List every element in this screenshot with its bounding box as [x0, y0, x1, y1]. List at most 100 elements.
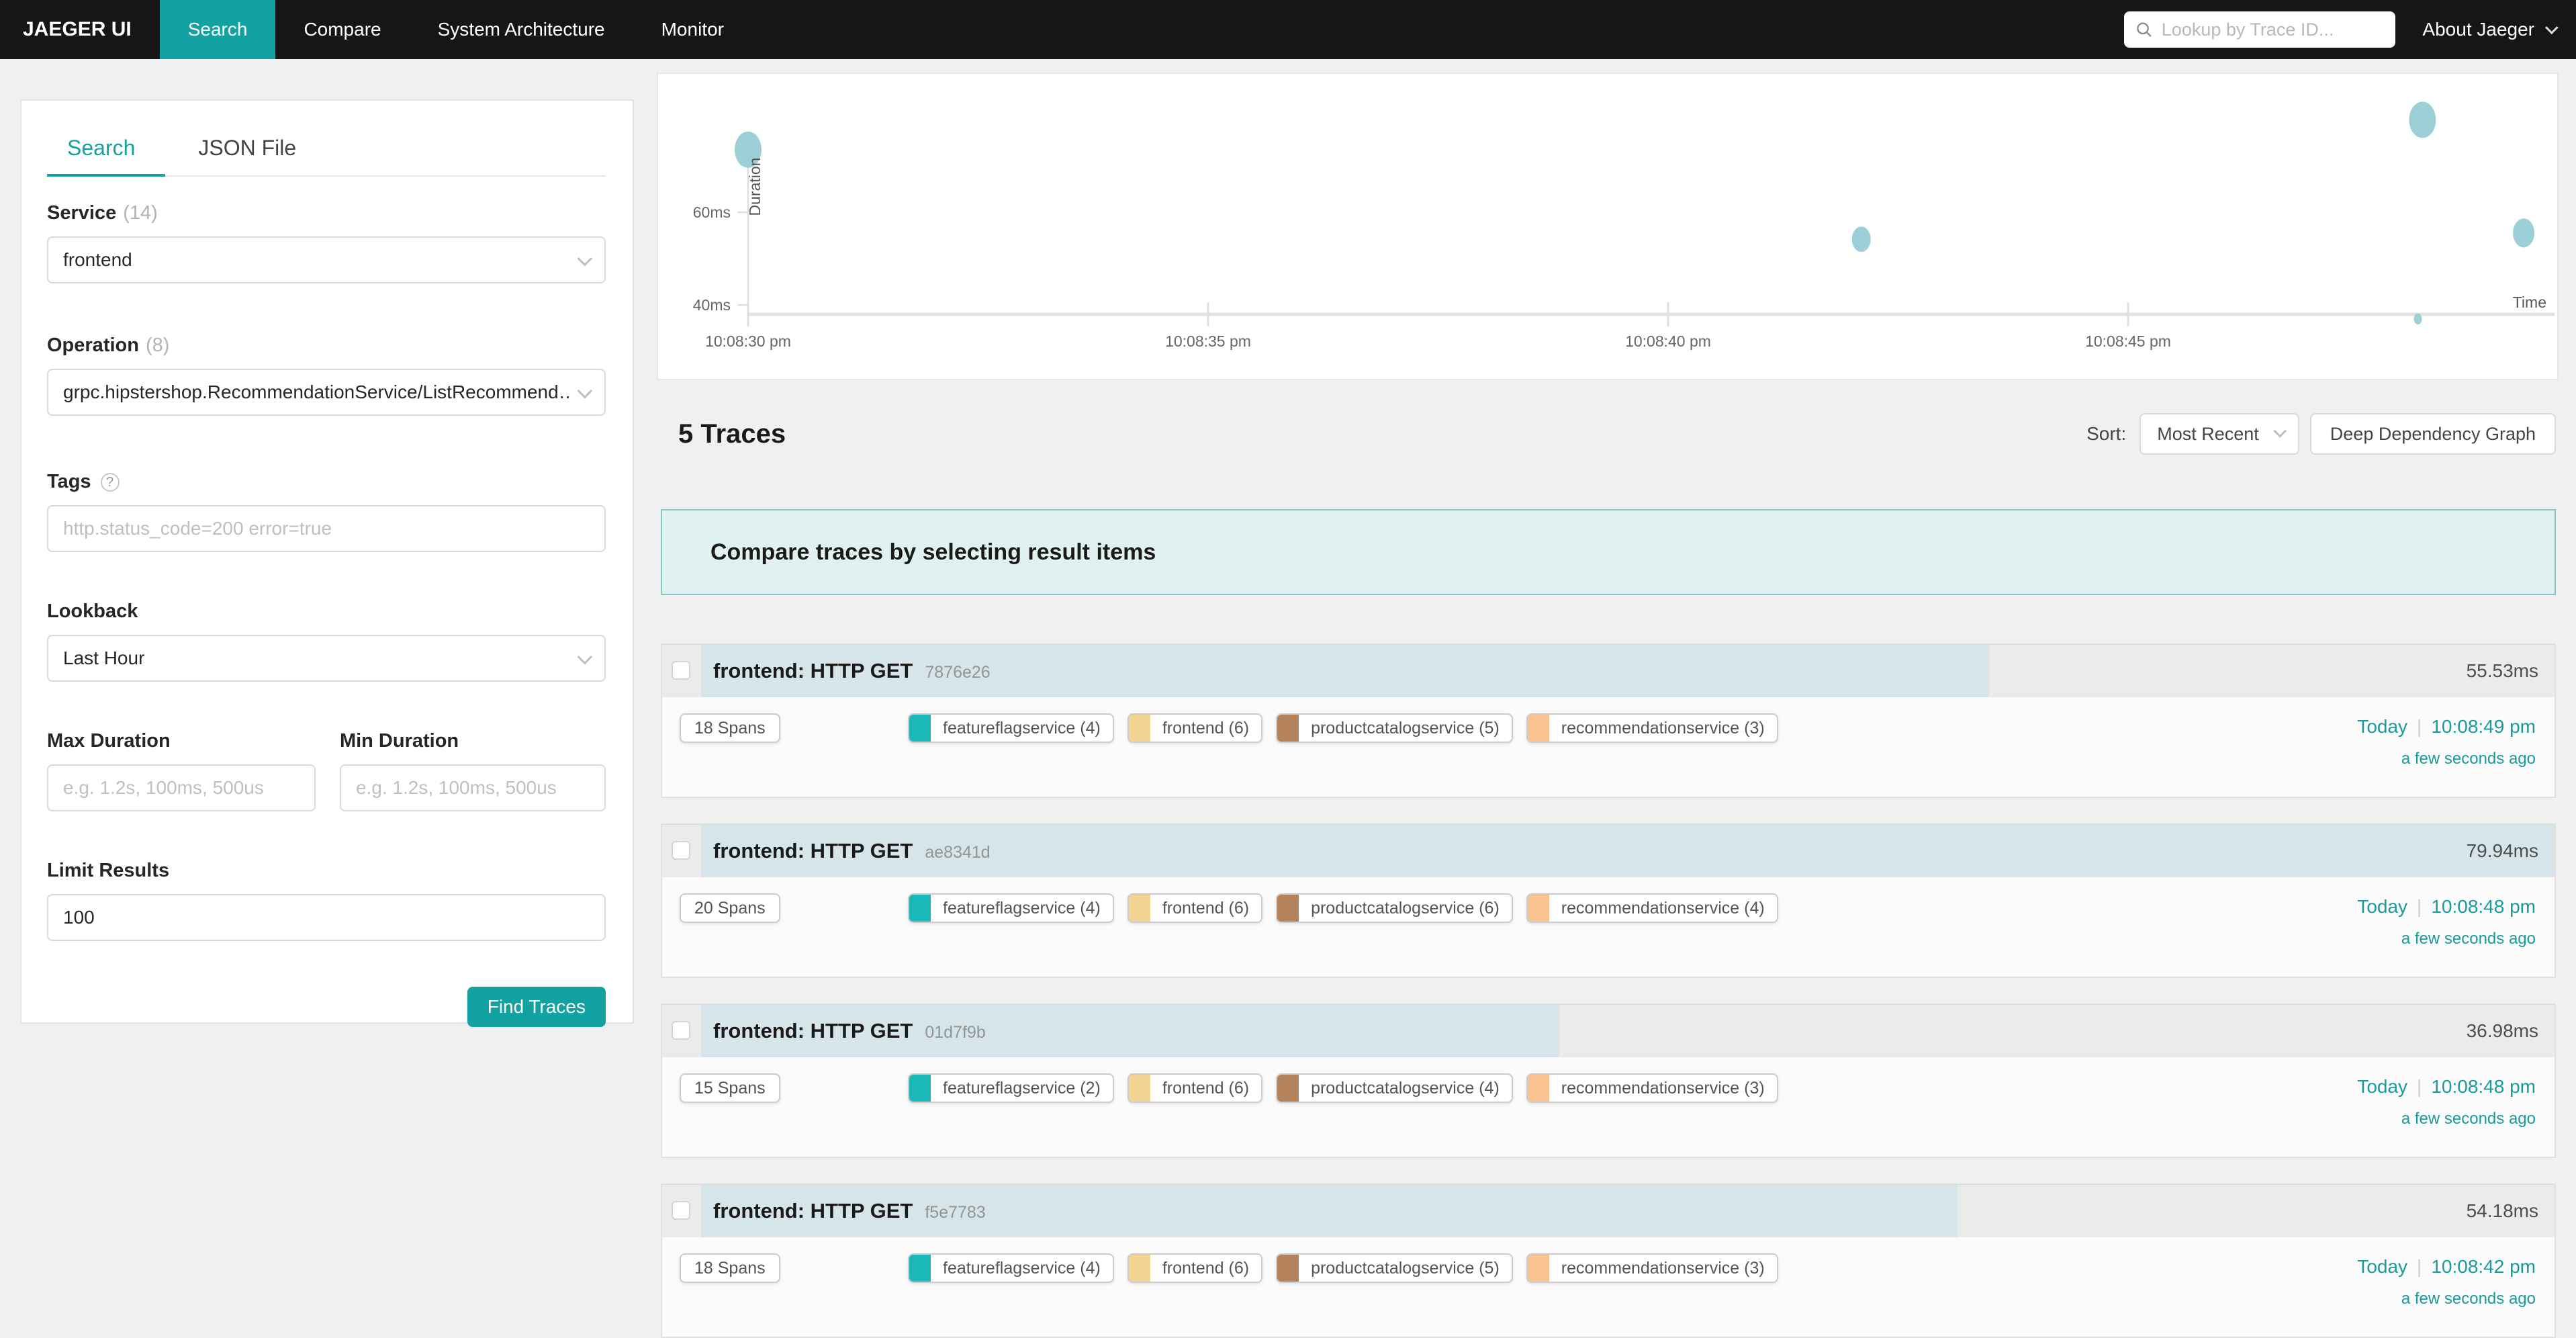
time-separator: | — [2417, 1256, 2422, 1277]
limit-results-label: Limit Results — [47, 860, 606, 882]
trace-relative-time: a few seconds ago — [2357, 930, 2536, 948]
trace-time[interactable]: 10:08:42 pm — [2431, 1256, 2536, 1277]
trace-scatter-point[interactable] — [2513, 218, 2534, 247]
trace-result-card[interactable]: frontend: HTTP GET f5e7783 54.18ms 18 Sp… — [661, 1184, 2556, 1338]
trace-scatter-point[interactable] — [2409, 101, 2436, 138]
tab-json-file[interactable]: JSON File — [198, 136, 296, 161]
service-tag-pill[interactable]: featureflagservice (4) — [908, 893, 1114, 923]
service-tag-pill[interactable]: featureflagservice (4) — [908, 713, 1114, 743]
service-tag-pill[interactable]: recommendationservice (4) — [1526, 893, 1778, 923]
trace-scatter-panel: 10:08:30 pm10:08:35 pm10:08:40 pm10:08:4… — [657, 73, 2559, 380]
time-separator: | — [2417, 1076, 2422, 1097]
span-count-pill[interactable]: 20 Spans — [680, 893, 780, 923]
service-tag-pill[interactable]: frontend (6) — [1128, 1253, 1262, 1283]
operation-count: (8) — [146, 334, 169, 357]
service-tag-list: featureflagservice (4) frontend (6) produc… — [908, 1253, 1778, 1283]
service-tag-pill[interactable]: featureflagservice (2) — [908, 1073, 1114, 1103]
max-duration-input[interactable] — [63, 777, 279, 799]
service-tag-pill[interactable]: productcatalogservice (4) — [1276, 1073, 1513, 1103]
operation-select-value: grpc.hipstershop.RecommendationService/L… — [63, 382, 569, 403]
chevron-down-icon — [2273, 425, 2287, 438]
sort-select[interactable]: Most Recent — [2140, 413, 2299, 455]
trace-result-card[interactable]: frontend: HTTP GET 7876e26 55.53ms 18 Sp… — [661, 643, 2556, 798]
limit-results-input[interactable] — [63, 907, 569, 928]
min-duration-input[interactable] — [356, 777, 569, 799]
trace-select-checkbox[interactable] — [672, 1021, 690, 1040]
app-brand: JAEGER UI — [0, 18, 160, 41]
chevron-down-icon — [578, 384, 593, 399]
service-tag-label: recommendationservice (3) — [1549, 1259, 1777, 1278]
service-tag-pill[interactable]: recommendationservice (3) — [1526, 1253, 1778, 1283]
service-tag-label: featureflagservice (4) — [931, 1259, 1113, 1278]
nav-item-search[interactable]: Search — [160, 0, 276, 59]
service-color-swatch — [909, 895, 931, 922]
trace-select-checkbox[interactable] — [672, 841, 690, 860]
trace-id: 01d7f9b — [925, 1023, 985, 1042]
service-color-swatch — [1129, 895, 1150, 922]
trace-time[interactable]: 10:08:48 pm — [2431, 896, 2536, 917]
trace-lookup-box[interactable] — [2124, 11, 2395, 48]
trace-select-checkbox[interactable] — [672, 661, 690, 680]
trace-id: 7876e26 — [925, 663, 990, 682]
service-color-swatch — [1129, 1255, 1150, 1282]
trace-times: Today|10:08:48 pm a few seconds ago — [2357, 896, 2536, 948]
trace-times: Today | 10:08:48 pm a few seconds ago — [2357, 1076, 2536, 1128]
trace-date[interactable]: Today — [2357, 1256, 2407, 1277]
trace-count: 5 Traces — [678, 419, 786, 449]
deep-dependency-graph-button[interactable]: Deep Dependency Graph — [2310, 413, 2556, 455]
nav-item-compare[interactable]: Compare — [275, 0, 409, 59]
results-header: 5 Traces Sort: Most Recent Deep Dependen… — [661, 407, 2556, 461]
find-traces-button[interactable]: Find Traces — [467, 987, 606, 1027]
trace-scatter-point[interactable] — [1852, 226, 1871, 252]
span-count-pill[interactable]: 18 Spans — [680, 713, 780, 743]
trace-time[interactable]: 10:08:48 pm — [2431, 1076, 2536, 1097]
max-duration-label: Max Duration — [47, 730, 316, 752]
trace-relative-time: a few seconds ago — [2357, 750, 2536, 768]
duration-scatter-plot[interactable]: 10:08:30 pm10:08:35 pm10:08:40 pm10:08:4… — [658, 74, 2557, 379]
help-icon[interactable]: ? — [101, 473, 120, 492]
lookback-select[interactable]: Last Hour — [47, 635, 606, 682]
operation-select[interactable]: grpc.hipstershop.RecommendationService/L… — [47, 369, 606, 416]
service-color-swatch — [1277, 715, 1299, 742]
trace-lookup-input[interactable] — [2162, 19, 2384, 40]
trace-scatter-point[interactable] — [2414, 314, 2422, 324]
tab-search[interactable]: Search — [67, 136, 135, 161]
tags-input-box — [47, 505, 606, 552]
service-tag-pill[interactable]: recommendationservice (3) — [1526, 713, 1778, 743]
service-tag-list: featureflagservice (4) frontend (6) produc… — [908, 713, 1778, 743]
trace-date[interactable]: Today — [2357, 716, 2407, 737]
about-jaeger-menu[interactable]: About Jaeger — [2422, 19, 2555, 40]
span-count-pill[interactable]: 18 Spans — [680, 1253, 780, 1283]
service-tag-pill[interactable]: frontend (6) — [1128, 713, 1262, 743]
tags-input[interactable] — [63, 518, 569, 539]
x-tick-label: 10:08:45 pm — [2085, 332, 2171, 350]
span-count-pill[interactable]: 15 Spans — [680, 1073, 780, 1103]
service-tag-label: productcatalogservice (5) — [1299, 719, 1512, 738]
service-tag-pill[interactable]: featureflagservice (4) — [908, 1253, 1114, 1283]
trace-select-checkbox[interactable] — [672, 1201, 690, 1220]
service-tag-pill[interactable]: productcatalogservice (5) — [1276, 713, 1513, 743]
trace-title: frontend: HTTP GET — [713, 839, 913, 863]
service-tag-pill[interactable]: productcatalogservice (6) — [1276, 893, 1513, 923]
service-tag-pill[interactable]: frontend (6) — [1128, 1073, 1262, 1103]
trace-date[interactable]: Today — [2357, 1076, 2407, 1097]
service-select[interactable]: frontend — [47, 236, 606, 283]
trace-id: ae8341d — [925, 843, 990, 862]
trace-result-card[interactable]: frontend: HTTP GET 01d7f9b 36.98ms 15 Sp… — [661, 1004, 2556, 1158]
service-tag-label: recommendationservice (3) — [1549, 719, 1777, 738]
nav-item-monitor[interactable]: Monitor — [633, 0, 752, 59]
nav-item-system-architecture[interactable]: System Architecture — [410, 0, 633, 59]
trace-relative-time: a few seconds ago — [2357, 1110, 2536, 1128]
service-tag-pill[interactable]: frontend (6) — [1128, 893, 1262, 923]
service-tag-pill[interactable]: recommendationservice (3) — [1526, 1073, 1778, 1103]
service-color-swatch — [1129, 715, 1150, 742]
trace-result-card[interactable]: frontend: HTTP GET ae8341d 79.94ms 20 Sp… — [661, 823, 2556, 978]
tags-label: Tags ? — [47, 471, 606, 493]
service-tag-pill[interactable]: productcatalogservice (5) — [1276, 1253, 1513, 1283]
trace-date[interactable]: Today — [2357, 896, 2407, 917]
trace-time[interactable]: 10:08:49 pm — [2431, 716, 2536, 737]
service-tag-label: featureflagservice (2) — [931, 1079, 1113, 1098]
trace-times: Today|10:08:42 pm a few seconds ago — [2357, 1256, 2536, 1308]
x-tick-label: 10:08:30 pm — [705, 332, 791, 350]
service-color-swatch — [909, 1255, 931, 1282]
